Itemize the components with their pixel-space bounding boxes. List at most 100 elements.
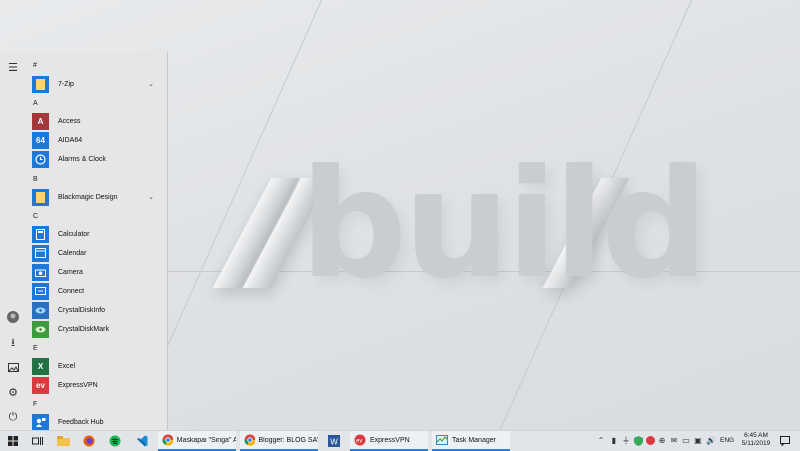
folder-icon bbox=[32, 75, 49, 93]
task-label: Task Manager bbox=[452, 436, 496, 444]
task-manager-icon bbox=[436, 435, 448, 445]
notification-center-icon[interactable] bbox=[780, 435, 790, 446]
clock[interactable]: 6:45 AM 5/11/2019 bbox=[737, 432, 775, 448]
connect-icon bbox=[32, 282, 49, 300]
taskbar-app-word[interactable]: W bbox=[324, 431, 344, 451]
pinned-spotify[interactable] bbox=[105, 431, 125, 451]
app-item-excel[interactable]: X Excel bbox=[32, 357, 162, 375]
app-item-blackmagic-design[interactable]: Blackmagic Design ⌄ bbox=[32, 188, 162, 206]
crystaldiskinfo-icon bbox=[32, 301, 49, 319]
app-item-camera[interactable]: Camera bbox=[32, 263, 162, 281]
aida64-icon: 64 bbox=[32, 131, 49, 149]
svg-text:ev: ev bbox=[356, 439, 362, 445]
build-logo: build bbox=[300, 138, 708, 312]
power-icon[interactable]: ⏻ bbox=[6, 410, 20, 424]
security-shield-icon[interactable] bbox=[633, 435, 643, 446]
svg-text:W: W bbox=[330, 438, 338, 447]
chevron-up-icon[interactable]: ⌃ bbox=[596, 435, 606, 446]
section-header[interactable]: B bbox=[33, 176, 38, 183]
pinned-file-explorer[interactable] bbox=[53, 431, 73, 451]
app-item-aida64[interactable]: 64 AIDA64 bbox=[32, 131, 162, 149]
chrome-icon bbox=[244, 434, 255, 446]
app-label: Camera bbox=[58, 268, 83, 276]
app-list[interactable]: # 7-Zip ⌄ A A Access 64 AIDA64 Alarms & … bbox=[28, 52, 166, 430]
app-label: AIDA64 bbox=[58, 136, 83, 144]
clock-time: 6:45 AM bbox=[744, 432, 768, 439]
taskbar-app-blogger[interactable]: Blogger: BLOG SAY... bbox=[240, 431, 318, 451]
file-explorer-icon bbox=[56, 436, 70, 446]
spotify-icon bbox=[109, 435, 121, 447]
app-item-expressvpn[interactable]: ev ExpressVPN bbox=[32, 376, 162, 394]
app-item-feedback-hub[interactable]: Feedback Hub bbox=[32, 413, 162, 430]
app-label: Connect bbox=[58, 287, 85, 295]
app-label: CrystalDiskInfo bbox=[58, 306, 106, 314]
word-icon: W bbox=[328, 435, 340, 447]
app-item-7zip[interactable]: 7-Zip ⌄ bbox=[32, 75, 162, 93]
section-header[interactable]: F bbox=[33, 401, 37, 408]
camera-icon bbox=[32, 263, 49, 281]
hamburger-icon[interactable]: ☰ bbox=[6, 60, 20, 74]
app-label: 7-Zip bbox=[58, 80, 74, 88]
taskbar: Maskapai "Singa" A... Blogger: BLOG SAY.… bbox=[0, 430, 800, 451]
access-icon: A bbox=[32, 112, 49, 130]
section-header[interactable]: # bbox=[33, 62, 37, 69]
task-view-button[interactable] bbox=[28, 431, 46, 451]
display-icon[interactable]: ▭ bbox=[681, 435, 691, 446]
pinned-vscode[interactable] bbox=[132, 431, 152, 451]
app-item-crystaldiskinfo[interactable]: CrystalDiskInfo bbox=[32, 301, 162, 319]
chevron-down-icon[interactable]: ⌄ bbox=[148, 80, 154, 88]
task-label: Blogger: BLOG SAY... bbox=[258, 436, 318, 444]
section-header[interactable]: E bbox=[33, 345, 38, 352]
taskbar-app-expressvpn[interactable]: ev ExpressVPN bbox=[350, 431, 428, 451]
expressvpn-icon: ev bbox=[32, 376, 49, 394]
user-avatar-icon[interactable] bbox=[6, 310, 20, 324]
app-item-access[interactable]: A Access bbox=[32, 112, 162, 130]
taskbar-app-task-manager[interactable]: Task Manager bbox=[432, 431, 510, 451]
crystaldiskmark-icon bbox=[32, 320, 49, 338]
globe-icon[interactable]: ⊕ bbox=[657, 435, 667, 446]
downloads-icon[interactable]: ⭳ bbox=[6, 336, 20, 350]
chevron-down-icon[interactable]: ⌄ bbox=[148, 193, 154, 201]
start-menu: ☰ ⭳ ⚙ ⏻ # 7-Zip ⌄ A A Access 64 AIDA64 A… bbox=[0, 52, 168, 430]
app-item-crystaldiskmark[interactable]: CrystalDiskMark bbox=[32, 320, 162, 338]
feedback-hub-icon bbox=[32, 413, 49, 430]
expressvpn-icon: ev bbox=[354, 434, 366, 446]
chrome-icon bbox=[162, 434, 173, 446]
app-label: Alarms & Clock bbox=[58, 155, 106, 163]
task-label: Maskapai "Singa" A... bbox=[176, 436, 236, 444]
task-label: ExpressVPN bbox=[370, 436, 410, 444]
app-label: Feedback Hub bbox=[58, 418, 104, 426]
section-header[interactable]: C bbox=[33, 213, 38, 220]
app-item-connect[interactable]: Connect bbox=[32, 282, 162, 300]
app-label: ExpressVPN bbox=[58, 381, 98, 389]
excel-icon: X bbox=[32, 357, 49, 375]
section-header[interactable]: A bbox=[33, 100, 38, 107]
battery-icon[interactable]: ▮ bbox=[609, 435, 619, 446]
app-label: CrystalDiskMark bbox=[58, 325, 109, 333]
start-button[interactable] bbox=[4, 431, 22, 451]
app-label: Calendar bbox=[58, 249, 87, 257]
pictures-icon[interactable] bbox=[6, 360, 20, 374]
chat-icon[interactable]: ✉ bbox=[669, 435, 679, 446]
expressvpn-tray-icon[interactable] bbox=[645, 435, 655, 446]
monitor-icon[interactable]: ▣ bbox=[693, 435, 703, 446]
windows-logo-icon bbox=[8, 436, 18, 446]
app-item-calendar[interactable]: Calendar bbox=[32, 244, 162, 262]
vscode-icon bbox=[137, 435, 148, 447]
app-item-alarms-clock[interactable]: Alarms & Clock bbox=[32, 150, 162, 168]
app-label: Blackmagic Design bbox=[58, 193, 118, 201]
language-indicator[interactable]: ENG bbox=[720, 437, 734, 444]
app-item-calculator[interactable]: Calculator bbox=[32, 225, 162, 243]
folder-icon bbox=[32, 188, 49, 206]
volume-icon[interactable]: 🔊 bbox=[706, 435, 716, 446]
pinned-firefox[interactable] bbox=[79, 431, 99, 451]
alarm-clock-icon bbox=[32, 150, 49, 168]
start-menu-rail: ☰ ⭳ ⚙ ⏻ bbox=[0, 52, 26, 430]
calculator-icon bbox=[32, 225, 49, 243]
app-label: Access bbox=[58, 117, 81, 125]
usb-icon[interactable]: ⏚ bbox=[621, 435, 631, 446]
taskbar-app-maskapai[interactable]: Maskapai "Singa" A... bbox=[158, 431, 236, 451]
calendar-icon bbox=[32, 244, 49, 262]
settings-icon[interactable]: ⚙ bbox=[6, 385, 20, 399]
app-label: Calculator bbox=[58, 230, 90, 238]
